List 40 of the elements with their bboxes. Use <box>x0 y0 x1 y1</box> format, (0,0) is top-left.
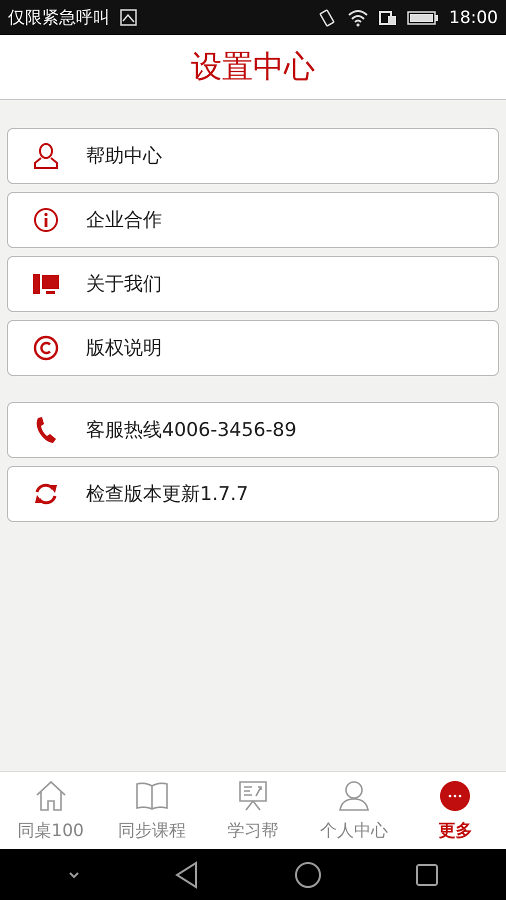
tab-label: 更多 <box>438 820 472 842</box>
sim-icon <box>379 10 397 26</box>
menu-item-label: 企业合作 <box>86 208 162 233</box>
chevron-down-icon[interactable] <box>66 870 81 880</box>
menu-item[interactable]: 企业合作 <box>7 192 499 248</box>
user-icon <box>32 142 60 170</box>
tab[interactable]: 更多 <box>404 772 506 849</box>
tab-label: 学习帮 <box>228 820 278 842</box>
person-icon <box>337 779 372 813</box>
tab[interactable]: 同步课程 <box>101 772 202 849</box>
tab-label: 同桌100 <box>17 820 84 842</box>
menu-item[interactable]: 版权说明 <box>7 320 499 376</box>
image-icon <box>120 9 137 26</box>
menu-item[interactable]: 检查版本更新1.7.7 <box>7 466 499 522</box>
menu-item-label: 版权说明 <box>86 336 162 361</box>
menu-item[interactable]: 客服热线4006-3456-89 <box>7 402 499 458</box>
carrier-text: 仅限紧急呼叫 <box>8 7 110 29</box>
tab[interactable]: 个人中心 <box>304 772 405 849</box>
menu-item-label: 检查版本更新1.7.7 <box>86 482 248 507</box>
menu-item[interactable]: 关于我们 <box>7 256 499 312</box>
menu-item-label: 关于我们 <box>86 272 162 297</box>
recents-square-icon[interactable] <box>415 862 440 886</box>
clock-time: 18:00 <box>449 8 498 28</box>
more-icon <box>438 779 472 813</box>
tab-label: 个人中心 <box>320 820 388 842</box>
menu-item-label: 客服热线4006-3456-89 <box>86 418 297 443</box>
copyright-icon <box>32 334 60 362</box>
menu-item-label: 帮助中心 <box>86 144 162 169</box>
tab-label: 同步课程 <box>118 820 186 842</box>
menu-item[interactable]: 帮助中心 <box>7 128 499 184</box>
tab[interactable]: 学习帮 <box>202 772 304 849</box>
vibrate-icon <box>317 8 337 28</box>
battery-icon <box>407 10 439 26</box>
presentation-board-icon <box>236 779 270 813</box>
tab[interactable]: 同桌100 <box>0 772 102 849</box>
page-title: 设置中心 <box>191 48 315 87</box>
info-icon <box>32 206 60 234</box>
home-circle-icon[interactable] <box>294 860 322 888</box>
home-icon <box>34 779 68 813</box>
wifi-icon <box>347 8 369 26</box>
